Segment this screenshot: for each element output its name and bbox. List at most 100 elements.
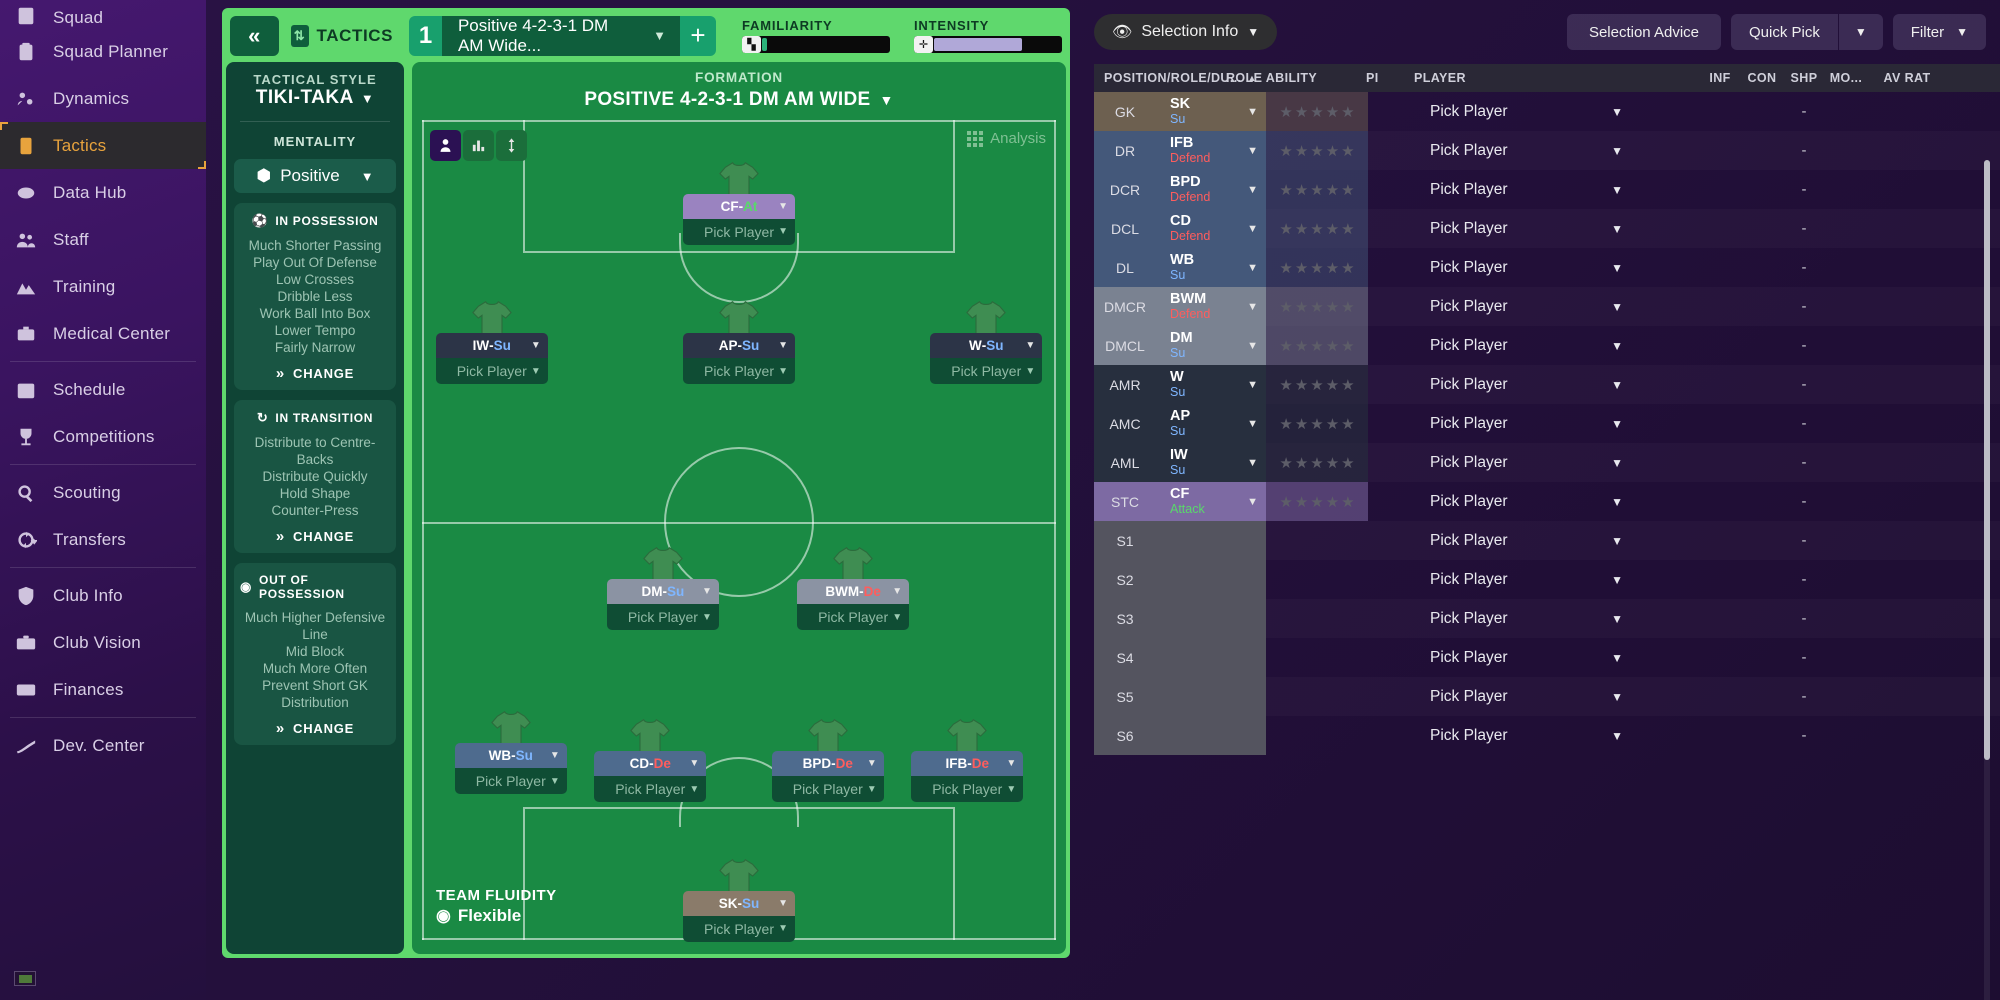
table-row[interactable]: DCR BPD Defend ▼ ★ ★ ★ ★ ★ Pick Player ▼ -	[1094, 170, 2000, 209]
sidebar-item-staff[interactable]: Staff	[0, 216, 206, 263]
pick-player-dropdown[interactable]: Pick Player ▼	[771, 776, 884, 803]
pitch-player-slot-dm[interactable]: DM - Su ▼ Pick Player ▼	[606, 547, 719, 631]
row-player-dropdown[interactable]: Pick Player ▼	[1416, 365, 1641, 404]
row-role-dropdown[interactable]: IFB Defend ▼	[1156, 131, 1266, 170]
pitch-player-slot-ap[interactable]: AP - Su ▼ Pick Player ▼	[683, 301, 795, 385]
row-player-dropdown[interactable]: Pick Player ▼	[1416, 404, 1641, 443]
row-player-dropdown[interactable]: Pick Player ▼	[1416, 92, 1641, 131]
row-player-dropdown[interactable]: Pick Player ▼	[1416, 170, 1641, 209]
sidebar-item-scouting[interactable]: Scouting	[0, 469, 206, 516]
pitch-player-slot-bwm[interactable]: BWM - De ▼ Pick Player ▼	[797, 547, 910, 631]
row-player-dropdown[interactable]: Pick Player ▼	[1416, 131, 1641, 170]
role-duty-dropdown[interactable]: IFB - De ▼	[911, 751, 1024, 777]
row-role-dropdown[interactable]: W Su ▼	[1156, 365, 1266, 404]
column-header-position[interactable]: POSITION/ROLE/DU... ▲	[1094, 71, 1256, 85]
table-row[interactable]: AMR W Su ▼ ★ ★ ★ ★ ★ Pick Player ▼ -	[1094, 365, 2000, 404]
taskbar-icon[interactable]	[14, 971, 36, 986]
row-player-dropdown[interactable]: Pick Player ▼	[1416, 716, 1641, 755]
pick-player-dropdown[interactable]: Pick Player ▼	[606, 604, 719, 631]
sidebar-item-transfers[interactable]: Transfers	[0, 516, 206, 563]
column-header-shp[interactable]: SHP	[1783, 71, 1825, 85]
mentality-dropdown[interactable]: ⬢ Positive ▼	[234, 159, 396, 193]
pick-player-dropdown[interactable]: Pick Player ▼	[930, 358, 1043, 385]
sidebar-item-tactics[interactable]: Tactics	[0, 122, 206, 169]
sidebar-item-squad[interactable]: Squad	[0, 0, 206, 28]
formation-dropdown[interactable]: POSITIVE 4-2-3-1 DM AM WIDE ▼	[412, 89, 1066, 111]
column-header-con[interactable]: CON	[1741, 71, 1783, 85]
change-button[interactable]: » CHANGE	[240, 528, 390, 545]
row-role-dropdown[interactable]: IW Su ▼	[1156, 443, 1266, 482]
row-role-dropdown[interactable]: WB Su ▼	[1156, 248, 1266, 287]
pick-player-dropdown[interactable]: Pick Player ▼	[797, 604, 910, 631]
sidebar-item-training[interactable]: Training	[0, 263, 206, 310]
pitch-player-slot-cf[interactable]: CF - At ▼ Pick Player ▼	[683, 161, 795, 245]
pick-player-dropdown[interactable]: Pick Player ▼	[683, 218, 795, 245]
row-player-dropdown[interactable]: Pick Player ▼	[1416, 443, 1641, 482]
row-role-dropdown[interactable]: CF Attack ▼	[1156, 482, 1266, 521]
row-player-dropdown[interactable]: Pick Player ▼	[1416, 677, 1641, 716]
table-row[interactable]: AMC AP Su ▼ ★ ★ ★ ★ ★ Pick Player ▼ -	[1094, 404, 2000, 443]
sidebar-item-dynamics[interactable]: Dynamics	[0, 75, 206, 122]
sidebar-item-club-vision[interactable]: Club Vision	[0, 619, 206, 666]
column-header-inf[interactable]: INF	[1699, 71, 1741, 85]
sidebar-item-data-hub[interactable]: Data Hub	[0, 169, 206, 216]
selection-info-dropdown[interactable]: 👁 Selection Info ▼	[1094, 14, 1278, 50]
scrollbar-thumb[interactable]	[1984, 160, 1990, 760]
sidebar-item-club-info[interactable]: Club Info	[0, 572, 206, 619]
sidebar-item-finances[interactable]: Finances	[0, 666, 206, 713]
filter-button[interactable]: Filter ▼	[1892, 14, 1986, 50]
change-button[interactable]: » CHANGE	[240, 365, 390, 382]
pitch-player-slot-bpd[interactable]: BPD - De ▼ Pick Player ▼	[771, 719, 884, 803]
row-player-dropdown[interactable]: Pick Player ▼	[1416, 521, 1641, 560]
table-row[interactable]: S5 Pick Player ▼ -	[1094, 677, 2000, 716]
row-player-dropdown[interactable]: Pick Player ▼	[1416, 599, 1641, 638]
pick-player-dropdown[interactable]: Pick Player ▼	[683, 358, 795, 385]
table-row[interactable]: DL WB Su ▼ ★ ★ ★ ★ ★ Pick Player ▼ -	[1094, 248, 2000, 287]
column-header-role-ability[interactable]: ROLE ABILITY	[1226, 71, 1366, 85]
team-fluidity-value-row[interactable]: ◉ Flexible	[436, 906, 557, 926]
column-header-av-rat[interactable]: AV RAT	[1867, 71, 1947, 85]
row-role-dropdown[interactable]: SK Su ▼	[1156, 92, 1266, 131]
change-button[interactable]: » CHANGE	[240, 720, 390, 737]
pick-player-dropdown[interactable]: Pick Player ▼	[683, 915, 795, 942]
role-duty-dropdown[interactable]: W - Su ▼	[930, 333, 1043, 359]
tactic-name-dropdown[interactable]: Positive 4-2-3-1 DM AM Wide... ▼	[441, 15, 681, 56]
quick-pick-caret[interactable]: ▼	[1838, 14, 1883, 50]
table-row[interactable]: DMCR BWM Defend ▼ ★ ★ ★ ★ ★ Pick Player ▼ -	[1094, 287, 2000, 326]
row-player-dropdown[interactable]: Pick Player ▼	[1416, 248, 1641, 287]
pick-player-dropdown[interactable]: Pick Player ▼	[594, 776, 707, 803]
table-row[interactable]: AML IW Su ▼ ★ ★ ★ ★ ★ Pick Player ▼ -	[1094, 443, 2000, 482]
sidebar-item-squad-planner[interactable]: Squad Planner	[0, 28, 206, 75]
table-row[interactable]: S4 Pick Player ▼ -	[1094, 638, 2000, 677]
table-row[interactable]: S3 Pick Player ▼ -	[1094, 599, 2000, 638]
sidebar-item-schedule[interactable]: Schedule	[0, 366, 206, 413]
table-row[interactable]: DR IFB Defend ▼ ★ ★ ★ ★ ★ Pick Player ▼ -	[1094, 131, 2000, 170]
sidebar-item-competitions[interactable]: Competitions	[0, 413, 206, 460]
row-player-dropdown[interactable]: Pick Player ▼	[1416, 560, 1641, 599]
table-row[interactable]: GK SK Su ▼ ★ ★ ★ ★ ★ Pick Player ▼ -	[1094, 92, 2000, 131]
row-player-dropdown[interactable]: Pick Player ▼	[1416, 209, 1641, 248]
role-duty-dropdown[interactable]: SK - Su ▼	[683, 890, 795, 916]
pitch-player-slot-ifb[interactable]: IFB - De ▼ Pick Player ▼	[911, 719, 1024, 803]
height-view-tab[interactable]	[496, 130, 527, 161]
column-header-mo[interactable]: MO...	[1825, 71, 1867, 85]
role-duty-dropdown[interactable]: CD - De ▼	[594, 751, 707, 777]
role-duty-dropdown[interactable]: WB - Su ▼	[454, 743, 567, 769]
sidebar-item-medical-center[interactable]: Medical Center	[0, 310, 206, 357]
sidebar-item-dev-center[interactable]: Dev. Center	[0, 722, 206, 769]
role-duty-dropdown[interactable]: CF - At ▼	[683, 193, 795, 219]
quick-pick-button[interactable]: Quick Pick	[1731, 14, 1838, 50]
role-duty-dropdown[interactable]: BPD - De ▼	[771, 751, 884, 777]
table-row[interactable]: S1 Pick Player ▼ -	[1094, 521, 2000, 560]
pitch-player-slot-w[interactable]: W - Su ▼ Pick Player ▼	[930, 301, 1043, 385]
role-duty-dropdown[interactable]: AP - Su ▼	[683, 333, 795, 359]
row-role-dropdown[interactable]: BPD Defend ▼	[1156, 170, 1266, 209]
role-duty-dropdown[interactable]: DM - Su ▼	[606, 579, 719, 605]
column-header-pi[interactable]: PI	[1366, 71, 1414, 85]
row-player-dropdown[interactable]: Pick Player ▼	[1416, 482, 1641, 521]
analysis-button[interactable]: Analysis	[967, 130, 1046, 147]
row-role-dropdown[interactable]: BWM Defend ▼	[1156, 287, 1266, 326]
table-row[interactable]: DCL CD Defend ▼ ★ ★ ★ ★ ★ Pick Player ▼ -	[1094, 209, 2000, 248]
stats-view-tab[interactable]	[463, 130, 494, 161]
pitch-player-slot-sk[interactable]: SK - Su ▼ Pick Player ▼	[683, 858, 795, 942]
